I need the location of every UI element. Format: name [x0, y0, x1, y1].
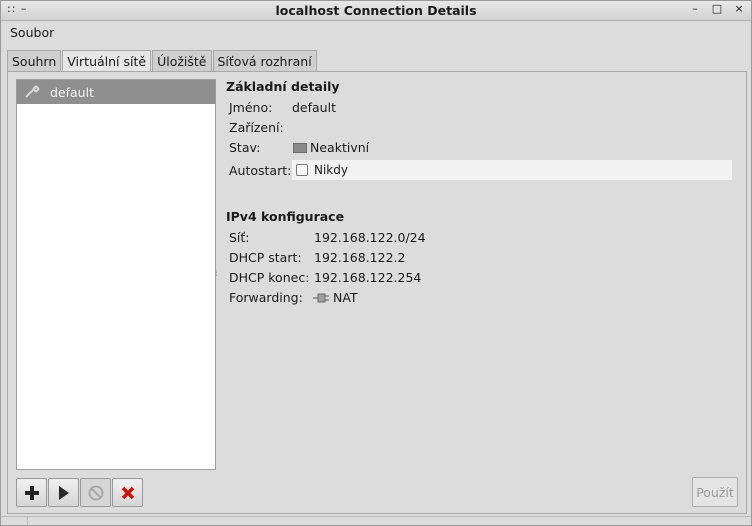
dhcp-start-value: 192.168.122.2	[314, 250, 406, 265]
titlebar: :: – localhost Connection Details – □ ×	[1, 1, 751, 21]
name-label: Jméno:	[229, 100, 273, 115]
window-controls: – □ ×	[689, 2, 745, 15]
tab-storage[interactable]: Úložiště	[152, 50, 212, 71]
forwarding-value-wrap: NAT	[313, 290, 358, 305]
window-title: localhost Connection Details	[275, 3, 477, 18]
basic-details-heading: Základní detaily	[226, 79, 340, 94]
network-list[interactable]: default	[16, 79, 216, 470]
menubar: Soubor	[1, 21, 751, 43]
play-icon	[58, 485, 69, 500]
network-icon	[20, 83, 44, 101]
maximize-button[interactable]: □	[711, 2, 723, 15]
delete-icon	[121, 486, 134, 499]
statusbar	[1, 516, 751, 526]
ipv4-heading: IPv4 konfigurace	[226, 209, 345, 224]
stop-network-button[interactable]	[80, 478, 111, 507]
network-label: Síť:	[229, 230, 250, 245]
autostart-checkbox[interactable]	[296, 164, 308, 176]
device-label: Zařízení:	[229, 120, 284, 135]
network-toolbar	[16, 478, 143, 507]
dhcp-end-value: 192.168.122.254	[314, 270, 422, 285]
tab-network-interfaces[interactable]: Síťová rozhraní	[212, 50, 317, 71]
state-value-wrap: Neaktivní	[293, 140, 369, 155]
forwarding-value: NAT	[333, 290, 358, 305]
delete-network-button[interactable]	[112, 478, 143, 507]
autostart-checkbox-row[interactable]: Nikdy	[292, 160, 732, 180]
state-label: Stav:	[229, 140, 261, 155]
virtual-networks-panel: default ⁞ Základní detaily Jméno: defaul…	[7, 71, 747, 514]
network-value: 192.168.122.0/24	[314, 230, 426, 245]
dhcp-start-label: DHCP start:	[229, 250, 302, 265]
start-network-button[interactable]	[48, 478, 79, 507]
close-button[interactable]: ×	[733, 2, 745, 15]
autostart-value: Nikdy	[314, 163, 348, 177]
list-item[interactable]: default	[17, 80, 215, 104]
name-value: default	[292, 100, 336, 115]
tab-bar: Souhrn Virtuální sítě Úložiště Síťová ro…	[7, 50, 317, 72]
network-name: default	[50, 84, 94, 100]
statusbar-separator	[27, 517, 28, 526]
pane-splitter-handle[interactable]: ⁞	[215, 269, 219, 279]
plus-icon	[24, 485, 39, 500]
tab-overview[interactable]: Souhrn	[7, 50, 62, 71]
autostart-label: Autostart:	[229, 163, 292, 178]
state-value: Neaktivní	[310, 140, 370, 155]
tab-virtual-networks[interactable]: Virtuální sítě	[62, 50, 152, 72]
apply-button[interactable]: Použít	[692, 477, 738, 507]
stop-icon	[88, 485, 103, 500]
nat-plug-icon	[313, 293, 329, 303]
minimize-button[interactable]: –	[689, 2, 701, 15]
dhcp-end-label: DHCP konec:	[229, 270, 310, 285]
connection-details-window: :: – localhost Connection Details – □ × …	[0, 0, 752, 526]
add-network-button[interactable]	[16, 478, 47, 507]
monitor-icon	[293, 143, 307, 153]
menu-file[interactable]: Soubor	[10, 25, 54, 40]
forwarding-label: Forwarding:	[229, 290, 303, 305]
